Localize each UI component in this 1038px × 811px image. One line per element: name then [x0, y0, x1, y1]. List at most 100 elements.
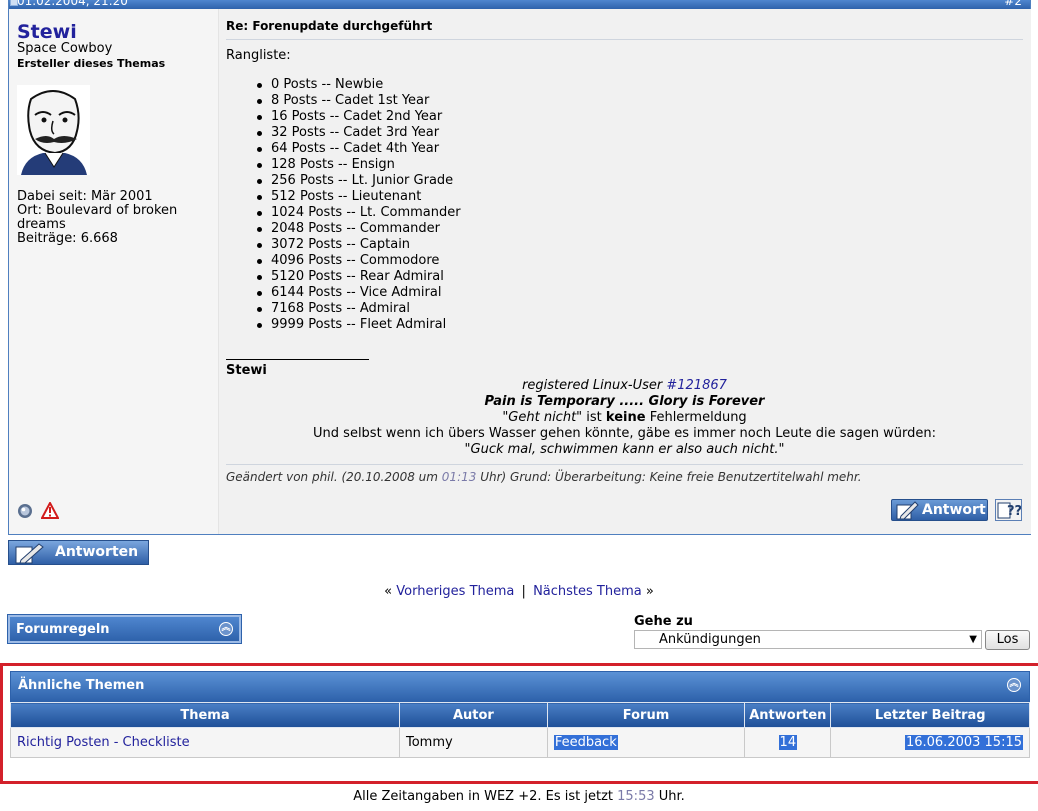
author-cell: Tommy — [398, 727, 548, 758]
list-item: 4096 Posts -- Commodore — [257, 253, 461, 269]
report-icon[interactable] — [40, 500, 60, 523]
list-item: 8 Posts -- Cadet 1st Year — [257, 93, 461, 109]
edit-note-prefix: Geändert von phil. (20.10.2008 um — [226, 470, 442, 484]
list-item: 2048 Posts -- Commander — [257, 221, 461, 237]
thread-navigation: « Vorheriges Thema | Nächstes Thema » — [0, 584, 1038, 599]
post-title: Re: Forenupdate durchgeführt — [226, 19, 433, 33]
column-header-autor: Autor — [398, 702, 548, 728]
edit-note: Geändert von phil. (20.10.2008 um 01:13 … — [226, 470, 862, 484]
new-reply-label: Antworten — [55, 544, 139, 560]
signature-text: ist — [582, 410, 606, 425]
list-item: 512 Posts -- Lieutenant — [257, 189, 461, 205]
collapse-icon[interactable]: ︽ — [1007, 678, 1021, 692]
reply-button[interactable]: Antwort — [891, 499, 988, 521]
list-item: 128 Posts -- Ensign — [257, 157, 461, 173]
list-item: 256 Posts -- Lt. Junior Grade — [257, 173, 461, 189]
user-location: Ort: Boulevard of broken dreams — [17, 203, 178, 232]
list-item: 16 Posts -- Cadet 2nd Year — [257, 109, 461, 125]
divider — [226, 39, 1023, 40]
column-header-forum: Forum — [546, 702, 746, 728]
dropdown-arrow-icon: ▼ — [969, 634, 977, 645]
avatar[interactable] — [17, 85, 90, 175]
nav-separator: | — [521, 584, 526, 599]
next-marker: » — [645, 584, 654, 599]
collapse-icon[interactable]: ︽ — [219, 622, 233, 636]
similar-threads-title: Ähnliche Themen — [18, 678, 145, 693]
thread-link[interactable]: Richtig Posten - Checkliste — [17, 735, 190, 750]
list-item: 3072 Posts -- Captain — [257, 237, 461, 253]
table-header-row: Thema Autor Forum Antworten Letzter Beit… — [10, 702, 1030, 728]
post-content: Re: Forenupdate durchgeführt Rangliste: … — [219, 9, 1031, 534]
replies-count: 14 — [778, 735, 798, 750]
list-item: 32 Posts -- Cadet 3rd Year — [257, 125, 461, 141]
signature-line-4: Und selbst wenn ich übers Wasser gehen k… — [313, 426, 936, 441]
quote-icon: ?? — [996, 502, 1022, 524]
signature-text: Fehlermeldung — [645, 410, 747, 425]
status-icons — [17, 500, 60, 523]
table-row: Richtig Posten - Checkliste Tommy Feedba… — [10, 727, 1030, 758]
forum-cell: Feedback — [546, 727, 746, 758]
signature-divider — [226, 359, 369, 360]
list-item: 6144 Posts -- Vice Admiral — [257, 285, 461, 301]
column-header-letzter-beitrag: Letzter Beitrag — [830, 702, 1030, 728]
footer-time-info: Alle Zeitangaben in WEZ +2. Es ist jetzt… — [0, 789, 1038, 804]
signature-line-5: "Guck mal, schwimmen kann er also auch n… — [464, 442, 785, 457]
go-button[interactable]: Los — [985, 630, 1030, 650]
signature-text: registered Linux-User — [522, 378, 667, 393]
user-rank: Ersteller dieses Themas — [17, 57, 166, 70]
user-info-panel: Stewi Space Cowboy Ersteller dieses Them… — [9, 9, 219, 534]
user-post-count: Beiträge: 6.668 — [17, 231, 118, 246]
list-item: 1024 Posts -- Lt. Commander — [257, 205, 461, 220]
signature-line-1: registered Linux-User #121867 — [226, 378, 1023, 394]
thread-cell: Richtig Posten - Checkliste — [10, 727, 400, 758]
signature-name: Stewi — [226, 363, 267, 378]
post-header: 01.02.2004, 21:20 #2 — [9, 0, 1030, 9]
last-post-date: 16.06.2003 15:15 — [904, 735, 1023, 750]
list-item: 5120 Posts -- Rear Admiral — [257, 269, 461, 285]
signature-bold: keine — [605, 410, 646, 425]
column-header-thema: Thema — [10, 702, 400, 728]
username-link[interactable]: Stewi — [17, 21, 77, 43]
divider — [226, 464, 1023, 465]
post-date: 01.02.2004, 21:20 — [17, 0, 128, 8]
prev-marker: « — [384, 584, 393, 599]
forum-jump-select[interactable]: Ankündigungen ▼ — [634, 630, 982, 649]
last-post-cell: 16.06.2003 15:15 — [830, 727, 1030, 758]
signature: registered Linux-User #121867 Pain is Te… — [226, 378, 1023, 458]
footer-suffix: Uhr. — [654, 789, 685, 804]
quote-button[interactable]: ?? — [995, 499, 1022, 521]
user-joined: Dabei seit: Mär 2001 — [17, 189, 153, 204]
signature-line-2: Pain is Temporary ..... Glory is Forever — [484, 394, 765, 409]
similar-threads-header: Ähnliche Themen ︽ — [10, 671, 1030, 702]
user-stats: Dabei seit: Mär 2001 Ort: Boulevard of b… — [17, 190, 212, 246]
forum-jump-selected: Ankündigungen — [659, 632, 761, 647]
signature-quote: "Geht nicht" — [502, 410, 583, 425]
edit-note-time: 01:13 — [441, 470, 477, 484]
list-item: 64 Posts -- Cadet 4th Year — [257, 141, 461, 157]
offline-status-icon[interactable] — [17, 503, 33, 523]
new-reply-button[interactable]: Antworten — [8, 540, 149, 565]
edit-note-suffix: Uhr) Grund: Überarbeitung: Keine freie B… — [476, 470, 862, 484]
signature-line-3: "Geht nicht" ist keine Fehlermeldung — [226, 410, 1023, 426]
list-item: 7168 Posts -- Admiral — [257, 301, 461, 317]
post: 01.02.2004, 21:20 #2 Stewi Space Cowboy … — [8, 0, 1031, 535]
replies-cell: 14 — [744, 727, 832, 758]
pen-icon — [895, 501, 919, 520]
reply-label: Antwort — [922, 502, 986, 518]
list-item: 9999 Posts -- Fleet Admiral — [257, 317, 461, 333]
linux-user-link[interactable]: #121867 — [666, 378, 727, 393]
forum-link[interactable]: Feedback — [553, 735, 618, 750]
rank-list: 0 Posts -- Newbie 8 Posts -- Cadet 1st Y… — [257, 77, 461, 333]
list-item: 0 Posts -- Newbie — [257, 77, 461, 93]
user-title: Space Cowboy — [17, 41, 113, 56]
similar-threads-table: Thema Autor Forum Antworten Letzter Beit… — [10, 702, 1030, 758]
column-header-antworten: Antworten — [744, 702, 832, 728]
previous-thread-link[interactable]: Vorheriges Thema — [396, 584, 514, 599]
post-number-link[interactable]: #2 — [1004, 0, 1022, 8]
next-thread-link[interactable]: Nächstes Thema — [533, 584, 642, 599]
forum-rules-label: Forumregeln — [16, 622, 110, 637]
pen-icon — [13, 543, 45, 564]
goto-label: Gehe zu — [634, 614, 693, 629]
footer-prefix: Alle Zeitangaben in WEZ +2. Es ist jetzt — [353, 789, 618, 804]
forum-rules-header[interactable]: Forumregeln ︽ — [7, 614, 242, 644]
